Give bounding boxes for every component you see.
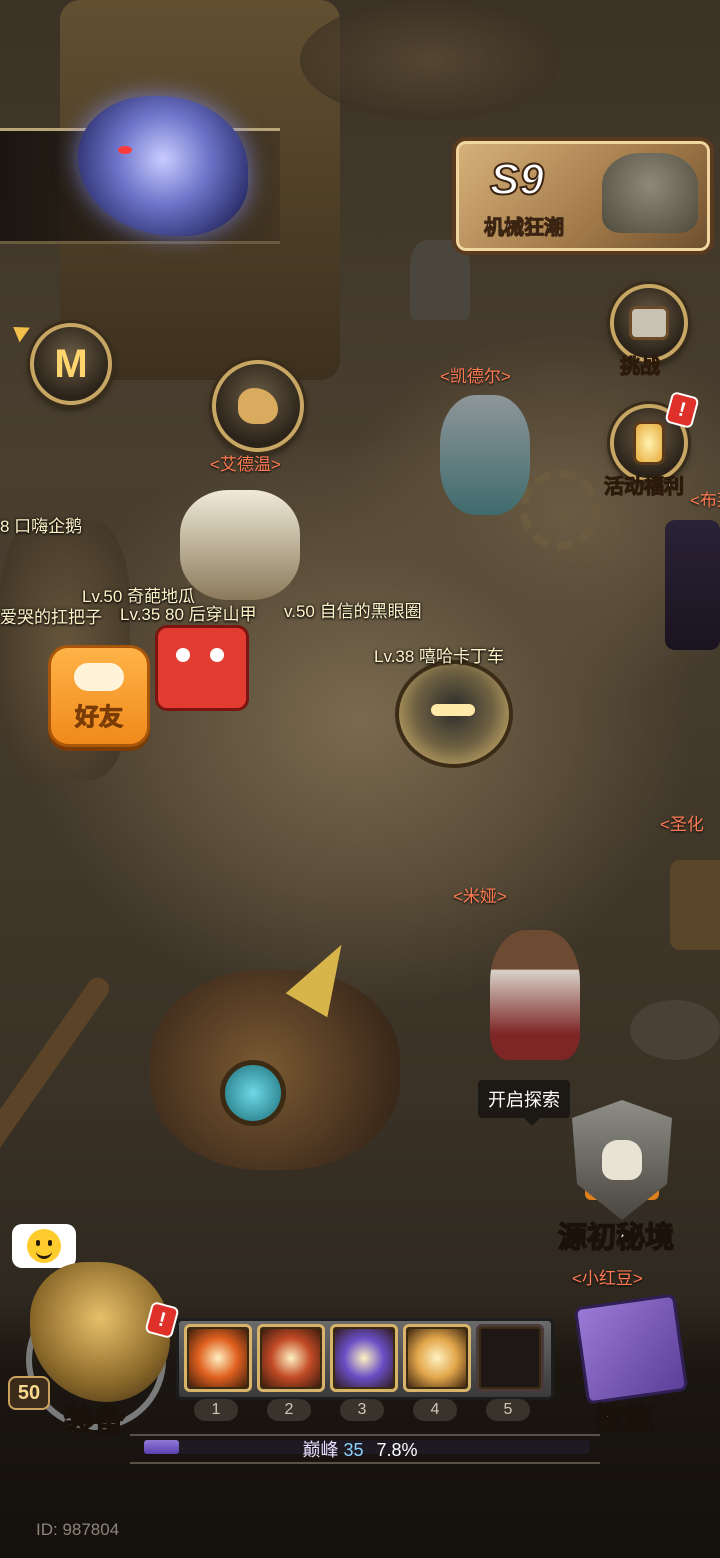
player-name-penguin: 8 口嗨企鹅 <box>0 517 83 536</box>
npc-bu-character[interactable] <box>665 520 720 650</box>
npc-name-shenghua: <圣化 <box>660 815 704 834</box>
npc-name-bu: <布莱 <box>690 491 720 510</box>
player-name-black-eye: v.50 自信的黑眼圈 <box>284 602 422 621</box>
dungeon-label[interactable]: 源初秘境 <box>557 1214 675 1256</box>
guild-button[interactable]: M <box>30 323 112 405</box>
skills-label[interactable]: 技能 <box>593 1394 655 1438</box>
cat-emoji-icon <box>27 1229 61 1263</box>
season-name: 机械狂潮 <box>484 217 565 240</box>
npc-name-xiaohongdou: <小红豆> <box>572 1269 643 1288</box>
season-banner[interactable]: S9 机械狂潮 <box>452 137 714 255</box>
whirlwind-icon[interactable] <box>403 1324 471 1392</box>
npc-aidewen-portrait[interactable] <box>212 360 304 452</box>
hammer-icon <box>632 309 666 337</box>
chat-emoji-button[interactable] <box>12 1224 76 1268</box>
npc-name-kaideer: <凯德尔> <box>440 367 511 386</box>
lantern-icon <box>633 421 665 465</box>
background-gear <box>520 470 600 550</box>
explore-tooltip: 开启探索 <box>478 1080 570 1126</box>
void-orb-icon[interactable] <box>330 1324 398 1392</box>
events-label: 活动福利 <box>604 476 685 499</box>
skill-slot-number: 4 <box>430 1401 440 1418</box>
cloud-icon <box>74 663 124 691</box>
flame-burst-icon[interactable] <box>257 1324 325 1392</box>
player-dice-character[interactable] <box>155 625 249 711</box>
player-name-kading: Lv.38 嘻哈卡丁车 <box>374 647 505 666</box>
npc-name-aidewen: <艾德温> <box>210 455 281 474</box>
pet-eye-icon <box>118 146 132 154</box>
xp-text: 巅峰 35 7.8% <box>0 1436 720 1462</box>
player-name-crybaby: 爱哭的扛把子 <box>0 608 102 627</box>
background-building-right <box>670 860 720 950</box>
npc-name-mia: <米娅> <box>453 887 507 906</box>
steampunk-machine <box>150 932 400 1170</box>
player-name-pangolin: Lv.35 80 后穿山甲 <box>120 605 257 624</box>
skill-book-icon[interactable] <box>573 1293 689 1405</box>
friends-button[interactable]: 好友 <box>48 645 150 747</box>
dice-eye-icon <box>176 648 190 662</box>
season-character-icon <box>602 153 698 233</box>
player-goat-character[interactable] <box>180 490 300 600</box>
challenge-label: 挑战 <box>620 356 661 379</box>
skill-slot-number: 1 <box>211 1401 221 1418</box>
dog-icon <box>238 388 278 424</box>
guild-m-icon: M <box>54 341 88 386</box>
season-number: S9 <box>489 154 545 205</box>
player-level-badge: 50 <box>8 1376 50 1410</box>
player-robot-character[interactable] <box>395 660 513 768</box>
robot-eyes-icon <box>431 704 475 716</box>
friends-label: 好友 <box>75 704 124 732</box>
npc-kaideer-character[interactable] <box>440 395 530 515</box>
background-pole <box>0 973 114 1167</box>
npc-mia-character[interactable] <box>490 930 580 1060</box>
skill-slot-number: 2 <box>284 1401 294 1418</box>
dice-eye-icon <box>210 648 224 662</box>
skill-slot-number: 5 <box>503 1401 513 1418</box>
equipment-label[interactable]: 装备 <box>63 1396 125 1440</box>
peak-level: 35 <box>343 1440 364 1460</box>
background-rock <box>630 1000 720 1060</box>
machine-eye-icon <box>220 1060 286 1126</box>
background-wheel <box>300 0 560 120</box>
peak-label: 巅峰 <box>302 1440 339 1460</box>
empty-skill-slot[interactable] <box>476 1324 544 1392</box>
xp-percent: 7.8% <box>376 1440 418 1460</box>
fire-slash-icon[interactable] <box>184 1324 252 1392</box>
skill-slot-number: 3 <box>357 1401 367 1418</box>
player-id: ID: 987804 <box>36 1520 120 1539</box>
